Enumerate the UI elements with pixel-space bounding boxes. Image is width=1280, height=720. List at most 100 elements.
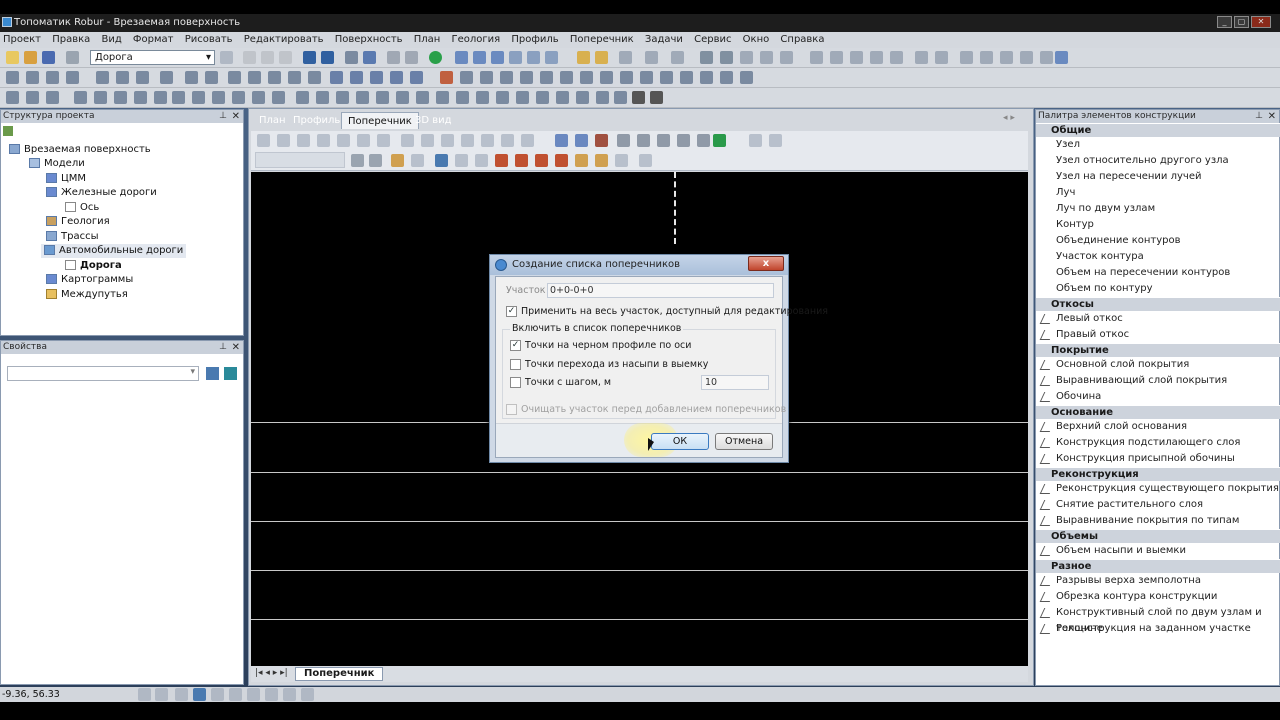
- check-icon[interactable]: [545, 51, 558, 64]
- snap-icon[interactable]: [810, 51, 823, 64]
- view-tool-x-icon[interactable]: [769, 134, 782, 147]
- view-tool-b-icon[interactable]: [277, 134, 290, 147]
- palette-item[interactable]: Конструкция подстилающего слоя: [1036, 435, 1280, 451]
- snap-h-icon[interactable]: [960, 51, 973, 64]
- palette-item[interactable]: Контур: [1036, 217, 1280, 233]
- shape-g-icon[interactable]: [580, 71, 593, 84]
- draw-k-icon[interactable]: [228, 71, 241, 84]
- menu-tasks[interactable]: Задачи: [642, 32, 686, 48]
- tab-profile[interactable]: Профиль: [287, 112, 346, 129]
- geo-o-icon[interactable]: [296, 91, 309, 104]
- geo-a-icon[interactable]: [6, 91, 19, 104]
- object-select[interactable]: ▾: [7, 366, 199, 381]
- geo-p-icon[interactable]: [316, 91, 329, 104]
- menu-service[interactable]: Сервис: [691, 32, 734, 48]
- refresh-tree-icon[interactable]: [3, 126, 13, 136]
- view-tool-h-icon[interactable]: [401, 134, 414, 147]
- text-b-icon[interactable]: [650, 91, 663, 104]
- tool-c-icon[interactable]: [671, 51, 684, 64]
- snap-i-icon[interactable]: [980, 51, 993, 64]
- status-d-icon[interactable]: [247, 688, 260, 701]
- geo-v-icon[interactable]: [436, 91, 449, 104]
- geo-ab-icon[interactable]: [556, 91, 569, 104]
- palette-item[interactable]: Конструктивный слой по двум узлам и толщ…: [1036, 605, 1280, 634]
- draw-j-icon[interactable]: [205, 71, 218, 84]
- palette-section-pavement[interactable]: Покрытие: [1036, 343, 1280, 357]
- palette-item[interactable]: Узел относительно другого узла: [1036, 153, 1280, 169]
- palette-item[interactable]: Обрезка контура конструкции: [1036, 589, 1280, 605]
- palette-section-slopes[interactable]: Откосы: [1036, 297, 1280, 311]
- sheet-tab-cross-section[interactable]: Поперечник: [295, 667, 384, 681]
- geo-f-icon[interactable]: [114, 91, 127, 104]
- menu-edit[interactable]: Правка: [49, 32, 93, 48]
- shape-b-icon[interactable]: [480, 71, 493, 84]
- palette-item[interactable]: Объем насыпи и выемки: [1036, 543, 1280, 559]
- shape-k-icon[interactable]: [660, 71, 673, 84]
- view-y-icon[interactable]: [391, 154, 404, 167]
- view-check-icon[interactable]: [713, 134, 726, 147]
- print-icon[interactable]: [66, 51, 79, 64]
- table-e-icon[interactable]: [410, 71, 423, 84]
- palette-section-misc[interactable]: Разное: [1036, 559, 1280, 573]
- new-icon[interactable]: [6, 51, 19, 64]
- pencil-icon[interactable]: [440, 71, 453, 84]
- view-tool-q-icon[interactable]: [595, 134, 608, 147]
- shape-c-icon[interactable]: [500, 71, 513, 84]
- paste-icon[interactable]: [279, 51, 292, 64]
- close-icon[interactable]: ✕: [1268, 110, 1276, 123]
- view-tool-v-icon[interactable]: [697, 134, 710, 147]
- arrow-right-icon[interactable]: [720, 51, 733, 64]
- maximize-button[interactable]: ▢: [1234, 16, 1249, 28]
- tree-item-road[interactable]: Дорога: [65, 259, 122, 273]
- draw-f-icon[interactable]: [116, 71, 129, 84]
- view-up-icon[interactable]: [369, 154, 382, 167]
- snap-d-icon[interactable]: [870, 51, 883, 64]
- view-aj-icon[interactable]: [615, 154, 628, 167]
- node-icon[interactable]: [455, 51, 468, 64]
- layers-icon[interactable]: [387, 51, 400, 64]
- tree-item-interspaces[interactable]: Междупутья: [46, 288, 128, 302]
- geo-d-icon[interactable]: [74, 91, 87, 104]
- snap-j-icon[interactable]: [1000, 51, 1013, 64]
- geo-g-icon[interactable]: [134, 91, 147, 104]
- menu-help[interactable]: Справка: [777, 32, 827, 48]
- sort-icon[interactable]: [206, 367, 219, 380]
- draw-b-icon[interactable]: [26, 71, 39, 84]
- tab-cross-section[interactable]: Поперечник: [341, 112, 419, 129]
- snap-k-icon[interactable]: [1020, 51, 1033, 64]
- apply-all-checkbox[interactable]: ✓: [506, 306, 517, 317]
- palette-item[interactable]: Левый откос: [1036, 311, 1280, 327]
- view-tool-w-icon[interactable]: [749, 134, 762, 147]
- option-transition-points-checkbox[interactable]: [510, 359, 521, 370]
- snap-c-icon[interactable]: [850, 51, 863, 64]
- view-tool-j-icon[interactable]: [441, 134, 454, 147]
- close-icon[interactable]: ✕: [232, 110, 240, 123]
- shape-m-icon[interactable]: [700, 71, 713, 84]
- grid-icon[interactable]: [405, 51, 418, 64]
- cancel-button[interactable]: Отмена: [715, 433, 773, 450]
- geo-z-icon[interactable]: [516, 91, 529, 104]
- node-add-icon[interactable]: [473, 51, 486, 64]
- view-combo[interactable]: [255, 152, 345, 168]
- status-e-icon[interactable]: [265, 688, 278, 701]
- draw-h-icon[interactable]: [160, 71, 173, 84]
- tree-item-dtm[interactable]: ЦММ: [46, 172, 86, 186]
- table-d-icon[interactable]: [390, 71, 403, 84]
- search-icon[interactable]: [363, 51, 376, 64]
- view-tool-g-icon[interactable]: [377, 134, 390, 147]
- shape-i-icon[interactable]: [620, 71, 633, 84]
- palette-item[interactable]: Объем на пересечении контуров: [1036, 265, 1280, 281]
- status-c-icon[interactable]: [229, 688, 242, 701]
- snap-b-icon[interactable]: [830, 51, 843, 64]
- draw-e-icon[interactable]: [96, 71, 109, 84]
- view-tool-m-icon[interactable]: [501, 134, 514, 147]
- palette-item[interactable]: Узел: [1036, 137, 1280, 153]
- copy-icon[interactable]: [261, 51, 274, 64]
- view-ae-icon[interactable]: [515, 154, 528, 167]
- arrow-icon[interactable]: [700, 51, 713, 64]
- table-icon[interactable]: [330, 71, 343, 84]
- palette-item[interactable]: Основной слой покрытия: [1036, 357, 1280, 373]
- draw-l-icon[interactable]: [248, 71, 261, 84]
- palette-item[interactable]: Правый откос: [1036, 327, 1280, 343]
- open-icon[interactable]: [24, 51, 37, 64]
